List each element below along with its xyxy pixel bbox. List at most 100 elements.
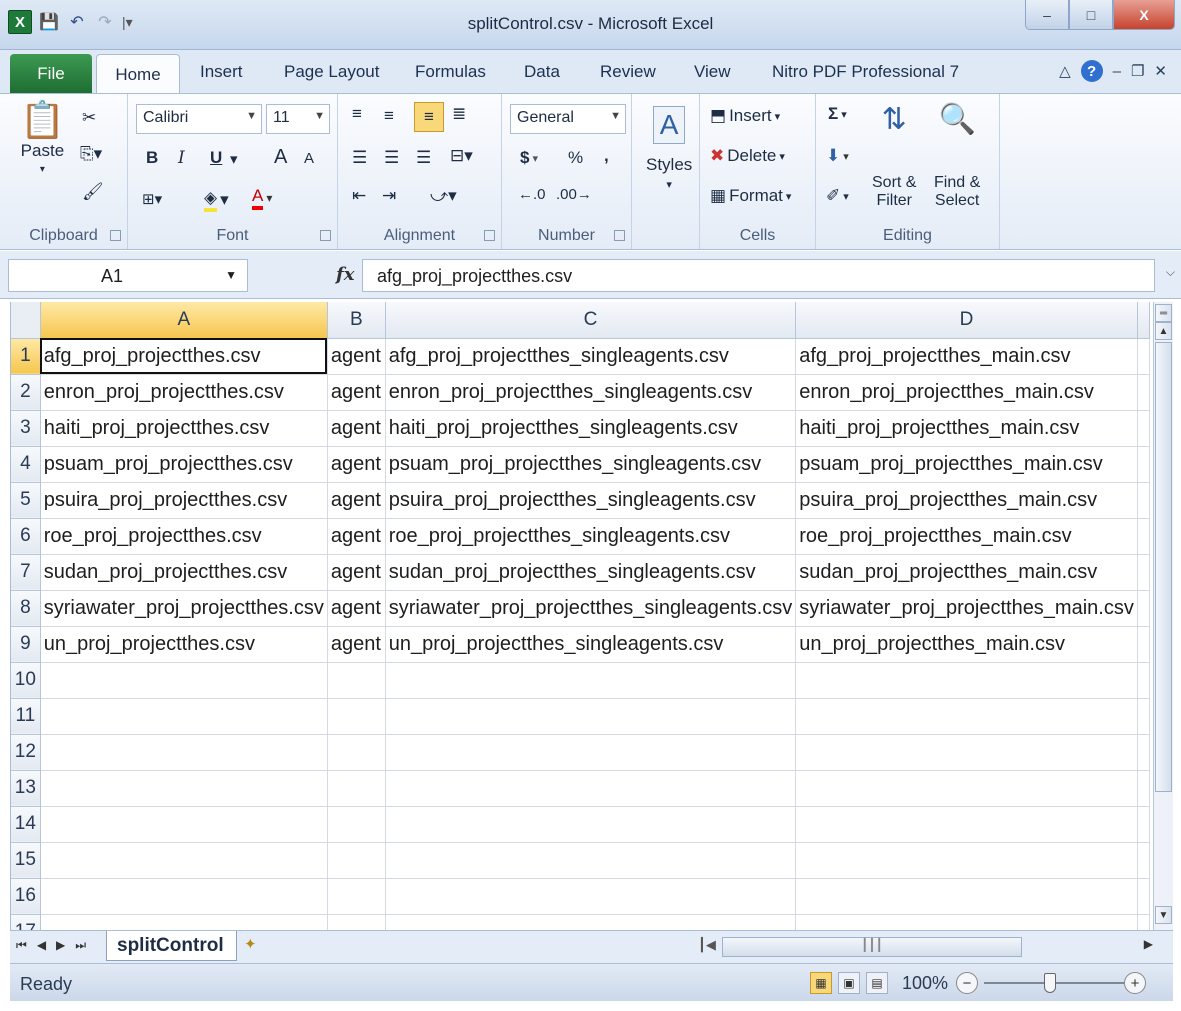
formula-input[interactable]: afg_proj_projectthes.csv	[362, 259, 1155, 292]
cell-e[interactable]	[1137, 806, 1150, 843]
insert-sheet-icon[interactable]: ✦	[244, 935, 270, 957]
underline-button[interactable]: U	[210, 148, 222, 168]
column-header-c[interactable]: C	[385, 302, 797, 339]
number-format-select[interactable]: General ▼	[510, 104, 626, 134]
cell-a[interactable]: haiti_proj_projectthes.csv	[40, 410, 328, 447]
tab-split-handle-icon[interactable]: ┃◀	[698, 937, 716, 953]
cell-a[interactable]: afg_proj_projectthes.csv	[40, 338, 328, 375]
tab-view[interactable]: View	[694, 62, 731, 82]
ribbon-close-icon[interactable]: ✕	[1154, 62, 1167, 80]
delete-cells-button[interactable]: ✖ Delete ▾	[710, 146, 785, 166]
cell-a[interactable]: psuam_proj_projectthes.csv	[40, 446, 328, 483]
tab-file[interactable]: File	[10, 54, 92, 93]
tab-home[interactable]: Home	[96, 54, 180, 94]
help-icon[interactable]: ?	[1080, 60, 1103, 82]
cell-d[interactable]: sudan_proj_projectthes_main.csv	[795, 554, 1138, 591]
font-name-select[interactable]: Calibri ▼	[136, 104, 262, 134]
row-header[interactable]: 4	[11, 446, 41, 483]
vertical-scrollbar[interactable]: ═ ▲ ▼	[1153, 302, 1173, 930]
cell-d[interactable]: enron_proj_projectthes_main.csv	[795, 374, 1138, 411]
cell-b[interactable]: agent	[327, 554, 386, 591]
cell-d[interactable]	[795, 878, 1138, 915]
middle-align-icon[interactable]: ≡	[384, 106, 394, 126]
decrease-decimal-icon[interactable]: .00→	[556, 186, 592, 203]
first-sheet-icon[interactable]: ⏮	[16, 938, 27, 953]
cell-d[interactable]: psuira_proj_projectthes_main.csv	[795, 482, 1138, 519]
minimize-ribbon-icon[interactable]: △	[1059, 62, 1071, 80]
row-header[interactable]: 9	[11, 626, 41, 663]
scroll-thumb[interactable]	[1155, 342, 1172, 792]
cell-b[interactable]	[327, 770, 386, 807]
font-color-icon[interactable]: A ▾	[252, 186, 272, 210]
tab-formulas[interactable]: Formulas	[415, 62, 486, 82]
cell-b[interactable]: agent	[327, 338, 386, 375]
row-header[interactable]: 6	[11, 518, 41, 555]
row-header[interactable]: 3	[11, 410, 41, 447]
paste-button[interactable]: 📋 Paste ▾	[20, 102, 65, 176]
cell-c[interactable]	[385, 878, 797, 915]
cell-a[interactable]	[40, 842, 328, 879]
cell-b[interactable]	[327, 914, 386, 930]
italic-button[interactable]: I	[178, 148, 185, 168]
ribbon-restore-icon[interactable]: ❐	[1131, 62, 1144, 80]
align-left-icon[interactable]: ☰	[352, 148, 367, 168]
font-size-select[interactable]: 11 ▼	[266, 104, 330, 134]
cut-icon[interactable]: ✂	[82, 108, 96, 128]
row-header[interactable]: 17	[11, 914, 41, 930]
styles-button[interactable]: A Styles ▾	[646, 106, 692, 191]
minimize-button[interactable]: –	[1025, 0, 1069, 30]
cell-d[interactable]: syriawater_proj_projectthes_main.csv	[795, 590, 1138, 627]
cell-b[interactable]: agent	[327, 446, 386, 483]
scroll-up-icon[interactable]: ▲	[1155, 322, 1172, 340]
last-sheet-icon[interactable]: ⏭	[75, 938, 86, 953]
cell-c[interactable]	[385, 770, 797, 807]
bold-button[interactable]: B	[146, 148, 158, 168]
top-align-icon[interactable]: ≡	[352, 104, 362, 124]
cell-e[interactable]	[1137, 518, 1150, 555]
cell-d[interactable]: haiti_proj_projectthes_main.csv	[795, 410, 1138, 447]
column-header-d[interactable]: D	[795, 302, 1138, 339]
sheet-tab-splitcontrol[interactable]: splitControl	[106, 931, 237, 961]
orientation-icon[interactable]: ≣	[452, 104, 466, 124]
cell-c[interactable]	[385, 914, 797, 930]
row-header[interactable]: 7	[11, 554, 41, 591]
cell-a[interactable]: roe_proj_projectthes.csv	[40, 518, 328, 555]
copy-icon[interactable]: ⎘▾	[80, 144, 102, 164]
page-break-view-icon[interactable]: ▤	[866, 972, 888, 994]
cell-e[interactable]	[1137, 446, 1150, 483]
cell-e[interactable]	[1137, 626, 1150, 663]
normal-view-icon[interactable]: ▦	[810, 972, 832, 994]
cell-b[interactable]	[327, 806, 386, 843]
page-layout-view-icon[interactable]: ▣	[838, 972, 860, 994]
cell-b[interactable]: agent	[327, 410, 386, 447]
cell-a[interactable]: enron_proj_projectthes.csv	[40, 374, 328, 411]
next-sheet-icon[interactable]: ▶	[56, 938, 65, 953]
cell-d[interactable]	[795, 842, 1138, 879]
row-header[interactable]: 13	[11, 770, 41, 807]
clipboard-launcher-icon[interactable]	[110, 230, 121, 241]
tab-insert[interactable]: Insert	[200, 62, 243, 82]
fill-color-icon[interactable]: ◈ ▾	[204, 188, 229, 212]
borders-icon[interactable]: ⊞▾	[142, 190, 162, 208]
cell-a[interactable]: psuira_proj_projectthes.csv	[40, 482, 328, 519]
prev-sheet-icon[interactable]: ◀	[37, 938, 46, 953]
maximize-button[interactable]: □	[1069, 0, 1113, 30]
cell-c[interactable]	[385, 734, 797, 771]
cell-c[interactable]: sudan_proj_projectthes_singleagents.csv	[385, 554, 797, 591]
find-select-button[interactable]: 🔍 Find & Select	[934, 102, 980, 210]
row-header[interactable]: 2	[11, 374, 41, 411]
cell-e[interactable]	[1137, 698, 1150, 735]
tab-review[interactable]: Review	[600, 62, 656, 82]
zoom-out-icon[interactable]: −	[956, 972, 978, 994]
horizontal-scroll-thumb[interactable]: ┃┃┃	[722, 937, 1022, 957]
cell-a[interactable]	[40, 662, 328, 699]
name-box[interactable]: A1 ▼	[8, 259, 248, 292]
alignment-launcher-icon[interactable]	[484, 230, 495, 241]
cell-c[interactable]: psuam_proj_projectthes_singleagents.csv	[385, 446, 797, 483]
split-handle-icon[interactable]: ═	[1155, 304, 1172, 322]
autosum-button[interactable]: Σ ▾	[828, 104, 847, 124]
cell-e[interactable]	[1137, 590, 1150, 627]
increase-decimal-icon[interactable]: ←.0	[518, 186, 546, 203]
align-right-icon[interactable]: ☰	[416, 148, 431, 168]
underline-dropdown-icon[interactable]: ▾	[230, 150, 238, 168]
